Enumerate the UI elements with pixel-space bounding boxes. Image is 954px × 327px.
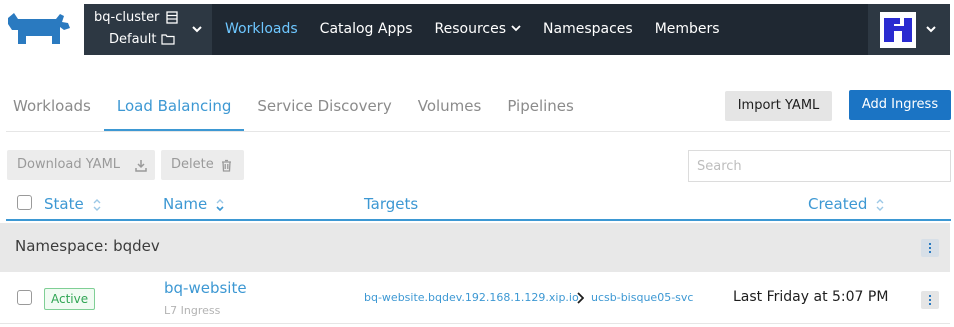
download-yaml-button[interactable]: Download YAML (7, 150, 155, 180)
download-yaml-label: Download YAML (17, 157, 121, 172)
top-bar: bq-cluster Default Workloads Catalog App… (0, 0, 954, 57)
tab-pipelines[interactable]: Pipelines (494, 84, 587, 131)
group-actions-kebab-menu-icon[interactable] (921, 239, 939, 257)
project-name: Default (109, 32, 157, 47)
chevron-down-icon (926, 26, 936, 33)
namespace-group-label: Namespace: bqdev (15, 237, 160, 255)
ingress-name-link[interactable]: bq-website (164, 279, 247, 297)
sort-icon (876, 199, 884, 211)
tab-workloads[interactable]: Workloads (0, 84, 104, 131)
chevron-right-icon (577, 292, 584, 304)
download-icon (135, 160, 147, 172)
cluster-icon (166, 11, 178, 24)
row-checkbox[interactable] (17, 290, 32, 305)
tab-load-balancing[interactable]: Load Balancing (103, 84, 245, 131)
nav-members[interactable]: Members (644, 4, 731, 55)
search-input[interactable] (688, 150, 951, 182)
cluster-name: bq-cluster (94, 10, 160, 25)
sort-icon (93, 199, 101, 211)
status-badge: Active (44, 288, 96, 310)
target-host-link[interactable]: bq-website.bqdev.192.168.1.129.xip.io (364, 291, 579, 304)
import-yaml-button[interactable]: Import YAML (725, 91, 832, 121)
tab-volumes[interactable]: Volumes (405, 84, 495, 131)
chevron-down-icon (511, 25, 521, 32)
delete-label: Delete (171, 157, 214, 172)
column-header-created[interactable]: Created (808, 195, 885, 213)
column-header-targets: Targets (364, 195, 419, 213)
cluster-project-switcher[interactable]: bq-cluster Default (84, 4, 212, 55)
trash-icon (222, 159, 231, 172)
user-menu[interactable] (868, 4, 950, 55)
table-row: Active bq-website L7 Ingress bq-website.… (0, 273, 950, 324)
rancher-logo-icon[interactable] (4, 10, 72, 46)
select-all-checkbox[interactable] (17, 195, 32, 210)
column-header-name[interactable]: Name (163, 195, 225, 213)
nav-resources[interactable]: Resources (424, 4, 533, 55)
created-time: Last Friday at 5:07 PM (733, 289, 889, 305)
add-ingress-button[interactable]: Add Ingress (849, 90, 951, 120)
folder-icon (161, 34, 175, 45)
sort-icon (216, 199, 224, 212)
table-header: State Name Targets Created (6, 188, 951, 221)
tab-divider (6, 131, 950, 132)
nav-namespaces[interactable]: Namespaces (532, 4, 644, 55)
row-actions-kebab-menu-icon[interactable] (921, 291, 939, 309)
main-nav: bq-cluster Default Workloads Catalog App… (84, 4, 950, 55)
user-avatar (880, 12, 916, 48)
sub-tabs: Workloads Load Balancing Service Discove… (0, 84, 587, 132)
delete-button[interactable]: Delete (161, 150, 244, 180)
column-header-state[interactable]: State (44, 195, 102, 213)
ingress-type: L7 Ingress (164, 304, 221, 317)
tab-service-discovery[interactable]: Service Discovery (244, 84, 404, 131)
nav-catalog-apps[interactable]: Catalog Apps (309, 4, 424, 55)
target-service-link[interactable]: ucsb-bisque05-svc (591, 291, 693, 304)
nav-workloads[interactable]: Workloads (214, 4, 309, 55)
chevron-down-icon (192, 26, 202, 33)
namespace-group-row: Namespace: bqdev (0, 223, 950, 272)
